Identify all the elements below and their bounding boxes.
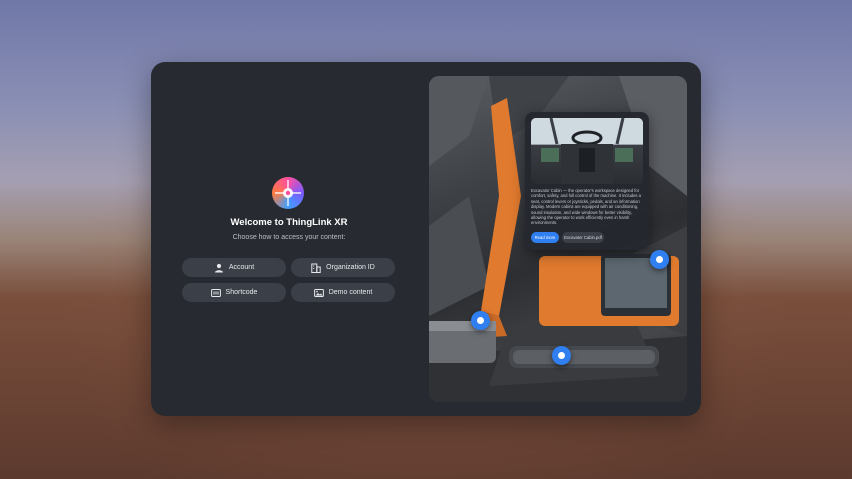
shortcode-button-label: Shortcode xyxy=(225,289,258,296)
attachment-link[interactable]: Excavator Cabin.pdf xyxy=(562,232,604,243)
read-more-button[interactable]: Read more xyxy=(531,232,559,243)
account-button[interactable]: Account xyxy=(182,258,286,277)
shortcode-button[interactable]: Shortcode xyxy=(182,283,286,302)
image-icon xyxy=(313,288,324,298)
user-icon xyxy=(214,263,224,273)
building-icon xyxy=(311,263,321,273)
hotspot-marker-cabin[interactable] xyxy=(650,250,669,269)
shortcode-icon xyxy=(210,288,221,298)
thinglink-logo-icon xyxy=(272,177,304,209)
cabin-photo xyxy=(531,118,643,184)
hotspot-marker-bucket[interactable] xyxy=(471,311,490,330)
demo-content-button[interactable]: Demo content xyxy=(291,283,395,302)
welcome-dialog: Welcome to ThingLink XR Choose how to ac… xyxy=(151,62,701,416)
hotspot-info-card: Excavator Cabin — the operator's workspa… xyxy=(525,112,649,250)
hotspot-marker-tracks[interactable] xyxy=(552,346,571,365)
welcome-title: Welcome to ThingLink XR xyxy=(230,217,348,228)
welcome-subtitle: Choose how to access your content: xyxy=(232,234,346,241)
excavator-scene-image: Excavator Cabin — the operator's workspa… xyxy=(429,76,687,402)
account-button-label: Account xyxy=(228,264,255,271)
organization-id-button[interactable]: Organization ID xyxy=(291,258,395,277)
organization-id-button-label: Organization ID xyxy=(326,264,375,271)
demo-content-button-label: Demo content xyxy=(328,289,373,296)
hotspot-description: Excavator Cabin — the operator's workspa… xyxy=(531,188,642,226)
access-panel: Welcome to ThingLink XR Choose how to ac… xyxy=(151,62,427,416)
